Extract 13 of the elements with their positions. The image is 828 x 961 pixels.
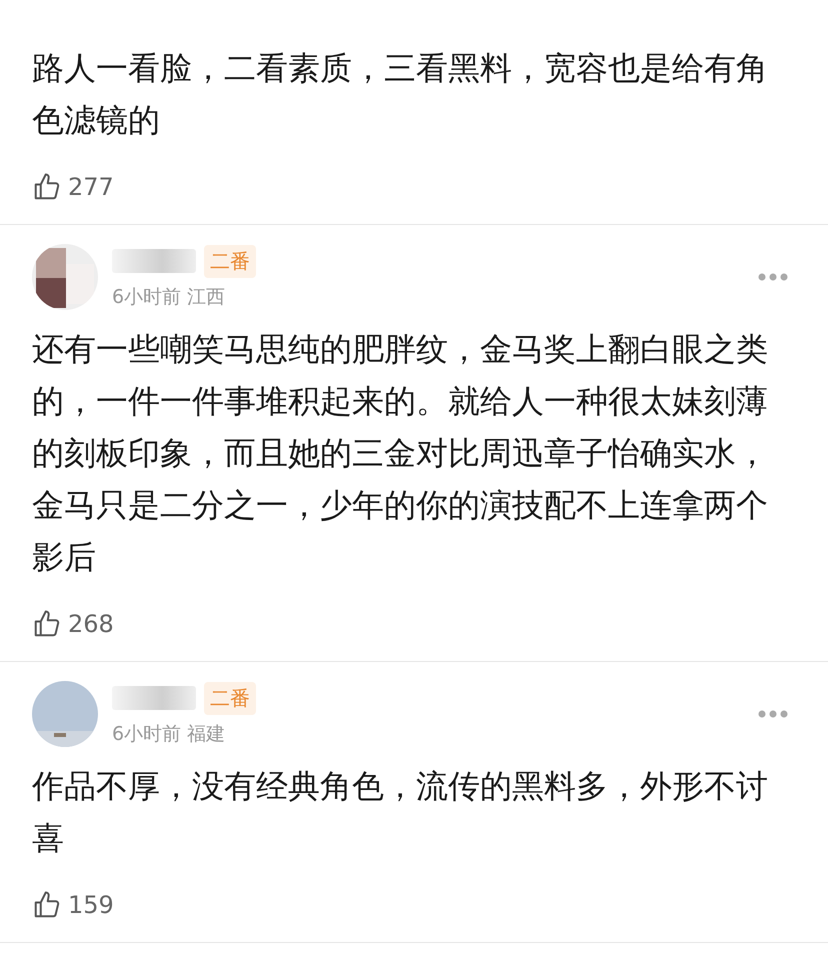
comment-text: 作品不厚，没有经典角色，流传的黑料多，外形不讨喜	[32, 766, 769, 859]
thumbs-up-icon[interactable]	[32, 172, 62, 202]
thumbs-up-icon[interactable]	[32, 890, 62, 920]
thumbs-up-icon[interactable]	[32, 609, 62, 639]
like-count: 268	[68, 610, 114, 638]
like-count: 159	[68, 891, 114, 919]
comment-text: 路人一看脸，二看素质，三看黑料，宽容也是给有角色滤镜的	[32, 48, 769, 141]
rank-tag: 二番	[204, 682, 256, 714]
comment-meta: 6小时前 福建	[112, 722, 226, 746]
comment-text: 还有一些嘲笑马思纯的肥胖纹，金马奖上翻白眼之类的，一件一件事堆积起来的。就给人一种很太妹刻薄的刻板印象，而且她的三金对比周迅章子怡确实水，金马只是二分之一，少年的你的演技配不上连拿两个影后	[32, 329, 769, 578]
comment-meta: 6小时前 江西	[112, 284, 226, 310]
like-count: 277	[68, 173, 114, 201]
rank-tag: 二番	[204, 244, 256, 278]
